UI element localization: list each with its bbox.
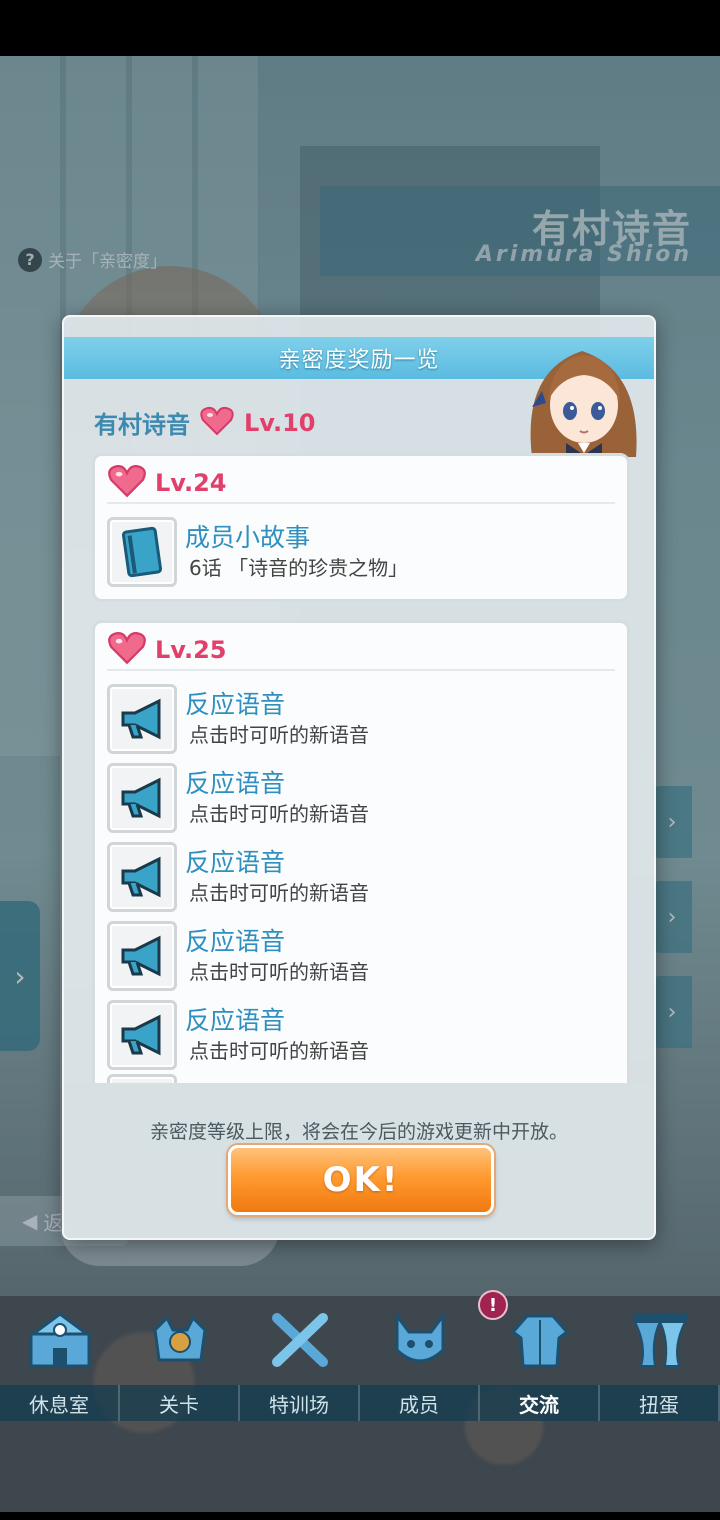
ok-button[interactable]: OK! [228, 1145, 494, 1215]
level-card: Lv.25 反应语音 点击时可听的新语音 反应语音 点击时可听的新语音 反应语音… [92, 620, 630, 1083]
reward-title: 反应语音 [185, 689, 286, 719]
notification-badge: ! [478, 1290, 508, 1320]
reward-item: 反应语音 点击时可听的新语音 [107, 758, 615, 837]
nav-label: 特训场 [240, 1385, 360, 1421]
level-header: Lv.24 [107, 464, 615, 504]
training-icon [265, 1305, 335, 1375]
reward-title: 反应语音 [185, 1005, 286, 1035]
reward-title: 反应语音 [185, 847, 286, 877]
members-icon [385, 1305, 455, 1375]
nav-label: 交流 [480, 1385, 600, 1421]
reward-item-partial [107, 1074, 615, 1083]
reward-item: 成员小故事 6话 「诗音的珍贵之物」 [107, 512, 615, 591]
reward-description: 点击时可听的新语音 [189, 959, 369, 984]
nav-item-lounge[interactable]: 休息室 [0, 1301, 120, 1421]
megaphone-icon [107, 683, 177, 754]
gacha-icon [625, 1305, 695, 1375]
reward-description: 点击时可听的新语音 [189, 801, 369, 826]
stage-icon [145, 1305, 215, 1375]
character-portrait [512, 331, 654, 457]
nav-item-training[interactable]: 特训场 [240, 1301, 360, 1421]
reward-title: 成员小故事 [185, 522, 311, 552]
level-label: Lv.25 [155, 636, 227, 664]
character-info-row: 有村诗音 Lv.10 [94, 405, 316, 440]
nav-item-stage[interactable]: 关卡 [120, 1301, 240, 1421]
heart-icon [107, 464, 147, 502]
megaphone-icon [107, 1074, 177, 1083]
reward-description: 点击时可听的新语音 [189, 1038, 369, 1063]
reward-item: 反应语音 点击时可听的新语音 [107, 916, 615, 995]
nav-item-members[interactable]: 成员 [360, 1301, 480, 1421]
reward-description: 点击时可听的新语音 [189, 880, 369, 905]
game-screen: ? 关于「亲密度」 有村诗音 Arimura Shion › › › › ◀ 返… [0, 56, 720, 1512]
level-label: Lv.24 [155, 469, 227, 497]
nav-label: 休息室 [0, 1385, 120, 1421]
megaphone-icon [107, 920, 177, 991]
reward-title: 反应语音 [185, 768, 286, 798]
nav-label: 扭蛋 [600, 1385, 720, 1421]
reward-title: 反应语音 [185, 926, 286, 956]
heart-icon [107, 631, 147, 669]
reward-list[interactable]: Lv.24 成员小故事 6话 「诗音的珍贵之物」 Lv.25 反应语音 点击时可… [92, 453, 630, 1083]
character-level: Lv.10 [244, 408, 316, 437]
level-header: Lv.25 [107, 631, 615, 671]
megaphone-icon [107, 841, 177, 912]
lounge-icon [25, 1305, 95, 1375]
nav-item-gacha[interactable]: 扭蛋 [600, 1301, 720, 1421]
level-cap-notice: 亲密度等级上限，将会在今后的游戏更新中开放。 [149, 1121, 568, 1143]
communication-icon [505, 1305, 575, 1375]
heart-icon [200, 406, 234, 440]
reward-description: 点击时可听的新语音 [189, 722, 369, 747]
megaphone-icon [107, 999, 177, 1070]
character-name: 有村诗音 [94, 411, 190, 439]
reward-item: 反应语音 点击时可听的新语音 [107, 679, 615, 758]
level-card: Lv.24 成员小故事 6话 「诗音的珍贵之物」 [92, 453, 630, 602]
reward-description: 6话 「诗音的珍贵之物」 [189, 555, 409, 580]
nav-label: 关卡 [120, 1385, 240, 1421]
megaphone-icon [107, 762, 177, 833]
reward-item: 反应语音 点击时可听的新语音 [107, 837, 615, 916]
nav-label: 成员 [360, 1385, 480, 1421]
book-icon [107, 516, 177, 587]
bottom-nav: 休息室 关卡 特训场 成员 交流 扭蛋 [0, 1301, 720, 1421]
reward-item: 反应语音 点击时可听的新语音 [107, 995, 615, 1074]
intimacy-reward-dialog: 亲密度奖励一览 有村诗音 Lv.10 Lv.24 成员小故事 6话 「诗音的珍贵… [62, 315, 656, 1240]
